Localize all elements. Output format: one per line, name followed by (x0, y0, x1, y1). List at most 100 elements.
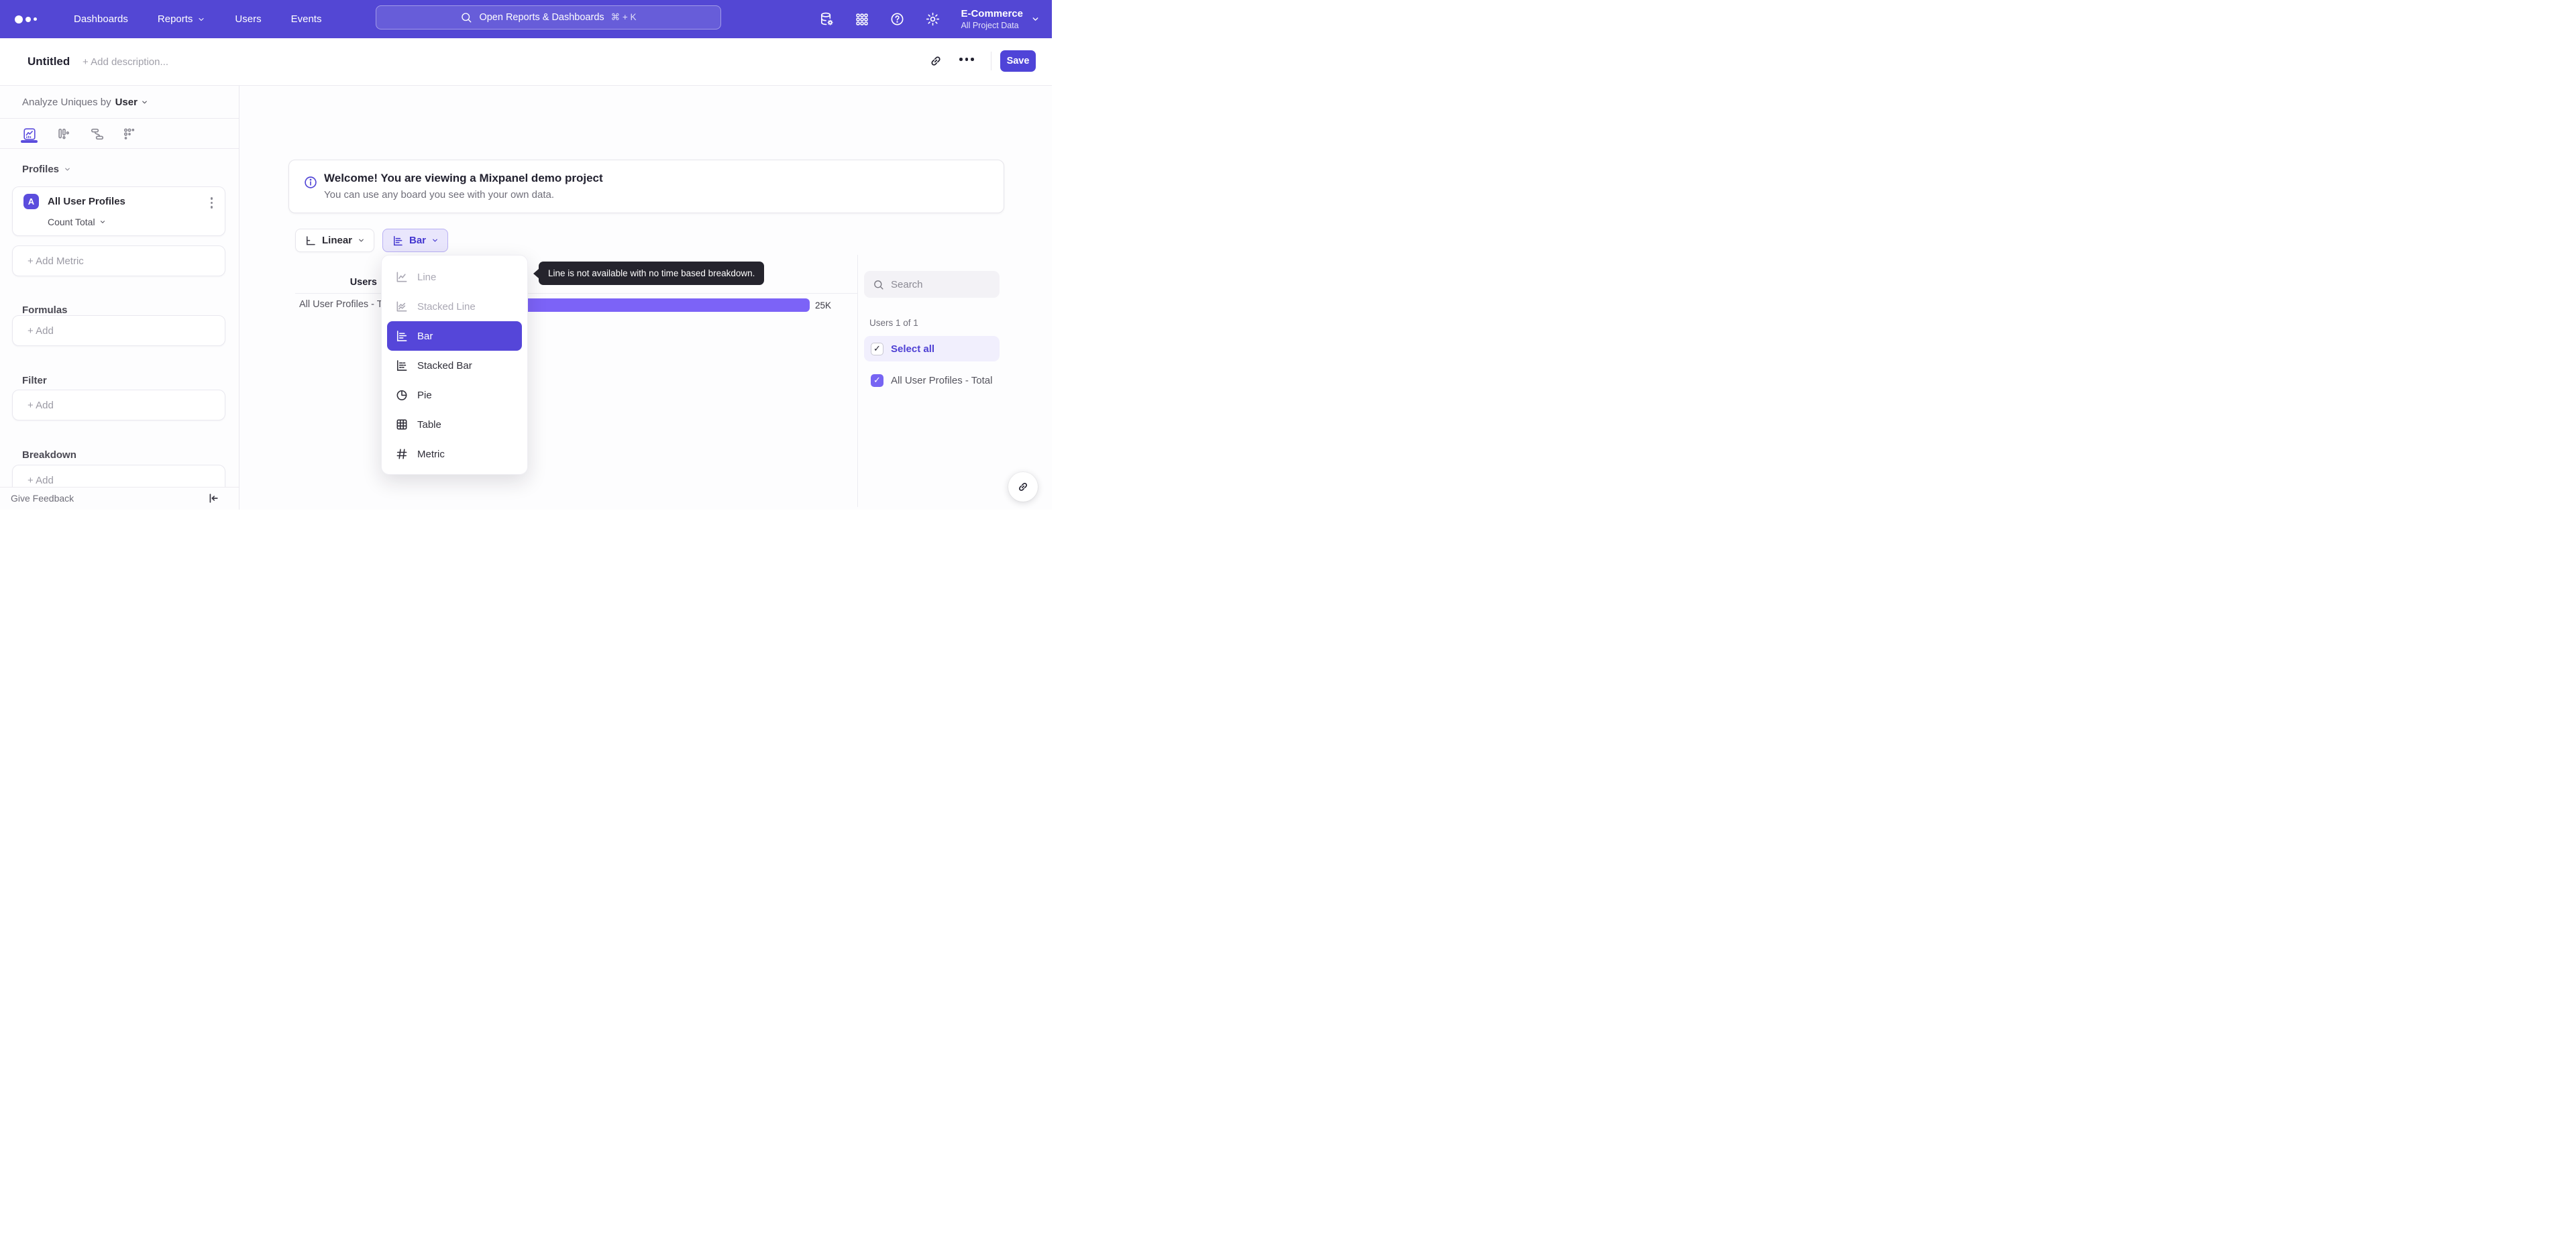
menu-item-line[interactable]: Line (387, 262, 522, 292)
menu-item-bar[interactable]: Bar (387, 321, 522, 351)
nav-item-label: Dashboards (74, 13, 128, 25)
add-description-field[interactable]: + Add description... (83, 56, 168, 68)
menu-item-table[interactable]: Table (387, 410, 522, 439)
chart-type-menu: Line Stacked Line Bar Stacked Bar Pie Ta… (381, 255, 528, 475)
filter-heading-label: Filter (22, 375, 47, 386)
nav-item-reports[interactable]: Reports (158, 13, 206, 25)
settings-gear-icon[interactable] (925, 11, 941, 27)
menu-item-stacked-line[interactable]: Stacked Line (387, 292, 522, 321)
tooltip-text: Line is not available with no time based… (548, 268, 755, 278)
legend-item-checkbox[interactable]: ✓ (871, 374, 883, 387)
menu-item-stacked-bar[interactable]: Stacked Bar (387, 351, 522, 380)
add-filter-button[interactable]: + Add (12, 390, 225, 420)
mixpanel-logo[interactable] (15, 15, 42, 23)
select-all-checkbox[interactable]: ✓ (871, 342, 883, 355)
bar-chart-icon (396, 331, 407, 341)
info-icon (303, 175, 318, 190)
collapse-sidebar-icon[interactable] (207, 492, 220, 505)
report-canvas: Welcome! You are viewing a Mixpanel demo… (239, 86, 1052, 510)
nav-item-users[interactable]: Users (235, 13, 261, 25)
legend-panel-divider (857, 255, 858, 507)
nav-item-events[interactable]: Events (291, 13, 322, 25)
menu-item-pie[interactable]: Pie (387, 380, 522, 410)
menu-item-label: Pie (417, 389, 432, 401)
copy-link-icon[interactable] (928, 54, 943, 68)
tooltip-arrow (533, 269, 539, 278)
menu-item-label: Table (417, 418, 441, 431)
project-name: E-Commerce (961, 8, 1023, 19)
metric-card[interactable]: A All User Profiles Count Total (12, 186, 225, 236)
chart-type-selector-label: Bar (409, 235, 427, 246)
demo-project-banner: Welcome! You are viewing a Mixpanel demo… (288, 160, 1004, 213)
menu-item-label: Bar (417, 330, 433, 342)
analyze-prefix-label: Analyze Uniques by (22, 97, 111, 108)
add-breakdown-label: + Add (28, 474, 54, 486)
bar-chart-icon (394, 235, 402, 245)
menu-item-label: Metric (417, 448, 445, 460)
line-disabled-tooltip: Line is not available with no time based… (533, 262, 765, 285)
report-type-tabs (0, 118, 239, 149)
help-icon[interactable] (890, 11, 905, 27)
legend-count-label: Users 1 of 1 (869, 318, 918, 328)
data-management-icon[interactable] (819, 11, 835, 27)
table-icon (396, 419, 407, 430)
tab-funnels[interactable] (56, 127, 71, 141)
chevron-down-icon (433, 239, 437, 242)
add-metric-button[interactable]: + Add Metric (12, 245, 225, 276)
profiles-section-heading[interactable]: Profiles (22, 164, 71, 175)
give-feedback-link[interactable]: Give Feedback (11, 493, 74, 504)
analyze-value-dropdown[interactable]: User (115, 97, 148, 108)
formulas-section-heading: Formulas (22, 304, 68, 316)
tab-flows[interactable] (90, 127, 105, 141)
apps-grid-icon[interactable] (855, 12, 869, 27)
save-button[interactable]: Save (1000, 50, 1036, 72)
chart-column-header-users: Users (350, 277, 377, 288)
breakdown-heading-label: Breakdown (22, 449, 76, 461)
banner-title: Welcome! You are viewing a Mixpanel demo… (324, 172, 603, 184)
profiles-heading-label: Profiles (22, 164, 60, 175)
chevron-down-icon (65, 168, 70, 171)
sidebar-footer: Give Feedback (0, 487, 239, 510)
nav-item-label: Users (235, 13, 262, 25)
metric-name: All User Profiles (48, 196, 125, 207)
report-title[interactable]: Untitled (28, 55, 70, 68)
chevron-down-icon (100, 221, 105, 223)
metric-aggregation-label: Count Total (48, 217, 95, 227)
search-icon (462, 13, 472, 23)
chevron-down-icon (359, 239, 364, 242)
add-filter-label: + Add (28, 399, 54, 411)
metric-menu-icon[interactable] (208, 194, 216, 211)
menu-item-label: Line (417, 271, 437, 283)
scale-selector-button[interactable]: Linear (295, 229, 375, 252)
analyze-uniques-row: Analyze Uniques by User (22, 97, 148, 108)
legend-item-row[interactable]: ✓ All User Profiles - Total (864, 367, 1000, 393)
chart-header-rule (295, 293, 857, 294)
menu-item-label: Stacked Bar (417, 359, 472, 372)
tab-insights[interactable] (21, 127, 38, 143)
stacked-bar-chart-icon (396, 360, 407, 371)
copy-url-fab[interactable] (1008, 472, 1038, 502)
chevron-down-icon (1032, 17, 1038, 21)
global-search-input[interactable]: Open Reports & Dashboards ⌘ + K (376, 5, 721, 30)
nav-item-dashboards[interactable]: Dashboards (74, 13, 128, 25)
add-formula-button[interactable]: + Add (12, 315, 225, 346)
chart-row-label: All User Profiles - Total (299, 299, 382, 310)
metric-aggregation-dropdown[interactable]: Count Total (48, 217, 106, 227)
legend-search-input[interactable]: Search (864, 271, 1000, 298)
active-tab-indicator (21, 140, 38, 143)
line-chart-icon (396, 272, 407, 282)
scale-selector-label: Linear (322, 235, 353, 246)
select-all-row[interactable]: ✓ Select all (864, 336, 1000, 361)
chart-type-selector-button[interactable]: Bar (382, 229, 449, 252)
banner-subtitle: You can use any board you see with your … (324, 189, 555, 201)
top-nav-right: E-Commerce All Project Data (819, 0, 1040, 38)
report-title-bar: Untitled + Add description... (0, 38, 1052, 86)
legend-item-label: All User Profiles - Total (891, 374, 993, 386)
project-scope: All Project Data (961, 21, 1019, 30)
more-options-icon[interactable] (959, 58, 974, 61)
menu-item-metric[interactable]: Metric (387, 439, 522, 469)
project-switcher[interactable]: E-Commerce All Project Data (961, 8, 1040, 30)
tab-retention[interactable] (122, 127, 137, 141)
nav-item-label: Events (290, 13, 322, 25)
add-metric-label: + Add Metric (28, 255, 84, 267)
